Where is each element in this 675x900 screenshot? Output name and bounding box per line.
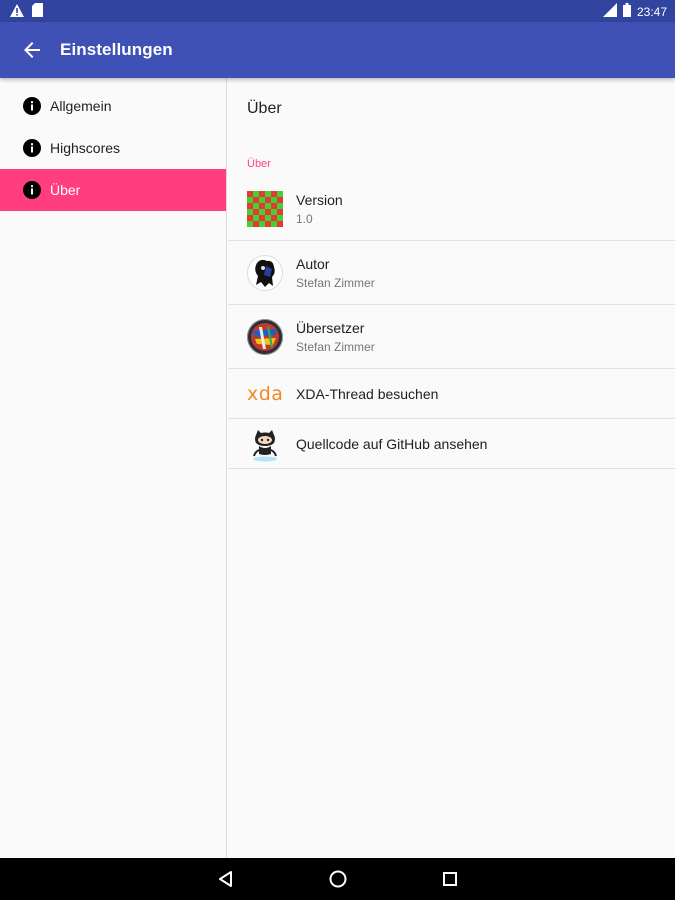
pref-title: Version	[296, 191, 343, 208]
settings-content: Über Über Version 1.0 Autor Stefan Zimme…	[228, 78, 675, 858]
checker-cell	[259, 190, 265, 197]
sidebar-item-label: Allgemein	[50, 98, 112, 114]
checker-cell	[247, 196, 253, 203]
checker-cell	[265, 202, 271, 209]
nav-home-button[interactable]	[328, 869, 348, 889]
checker-cell	[277, 196, 283, 203]
sidebar: Allgemein Highscores Über	[0, 78, 227, 858]
checker-cell	[271, 202, 277, 209]
status-left	[10, 3, 43, 22]
checker-cell	[253, 202, 259, 209]
checker-cell	[259, 208, 265, 215]
section-label: Über	[247, 158, 271, 170]
preference-list: Version 1.0 Autor Stefan Zimmer Übersetz…	[228, 177, 675, 469]
checker-cell	[277, 220, 283, 227]
checker-cell	[271, 220, 277, 227]
nav-recents-button[interactable]	[440, 869, 460, 889]
checker-cell	[253, 208, 259, 215]
pref-title: Autor	[296, 255, 330, 272]
pref-summary: Stefan Zimmer	[296, 339, 375, 354]
author-avatar-icon	[247, 254, 283, 291]
pref-text: Quellcode auf GitHub ansehen	[296, 436, 487, 452]
checker-cell	[265, 208, 271, 215]
system-nav-bar	[0, 858, 675, 900]
status-right: 23:47	[602, 3, 667, 20]
battery-icon	[622, 3, 631, 20]
page-title: Einstellungen	[60, 40, 173, 59]
github-octocat-icon	[247, 426, 283, 462]
arrow-back-icon	[24, 42, 40, 58]
pref-author[interactable]: Autor Stefan Zimmer	[228, 241, 675, 305]
info-icon	[23, 181, 41, 199]
checker-cell	[259, 196, 265, 203]
checker-cell	[247, 190, 253, 197]
sidebar-item-highscores[interactable]: Highscores	[0, 127, 226, 169]
checker-cell	[277, 214, 283, 221]
pref-text: XDA-Thread besuchen	[296, 386, 438, 402]
checker-cell	[247, 214, 253, 221]
back-triangle-icon	[219, 871, 232, 887]
checker-cell	[253, 190, 259, 197]
nav-back-button[interactable]	[216, 869, 236, 889]
checker-cell	[247, 220, 253, 227]
app-bar: Einstellungen	[0, 22, 675, 78]
checker-cell	[277, 202, 283, 209]
home-circle-icon	[329, 870, 347, 888]
pref-github[interactable]: Quellcode auf GitHub ansehen	[228, 419, 675, 469]
checker-cell	[247, 202, 253, 209]
checker-cell	[277, 190, 283, 197]
checker-cell	[277, 208, 283, 215]
checker-cell	[271, 214, 277, 221]
checker-cell	[265, 220, 271, 227]
checker-cell	[253, 196, 259, 203]
checker-cell	[265, 196, 271, 203]
checker-cell	[259, 214, 265, 221]
sidebar-item-label: Über	[50, 182, 81, 198]
checker-cell	[271, 208, 277, 215]
signal-icon	[602, 3, 617, 20]
content-header: Über	[247, 100, 282, 117]
sidebar-item-allgemein[interactable]: Allgemein	[0, 85, 226, 127]
pref-text: Übersetzer Stefan Zimmer	[296, 320, 375, 354]
checker-cell	[265, 214, 271, 221]
pref-text: Autor Stefan Zimmer	[296, 256, 375, 290]
pref-summary: Stefan Zimmer	[296, 275, 375, 290]
pref-text: Version 1.0	[296, 192, 343, 226]
pref-xda-thread[interactable]: xda XDA-Thread besuchen	[228, 369, 675, 419]
status-time: 23:47	[636, 4, 667, 19]
sidebar-item-label: Highscores	[50, 140, 121, 156]
pref-title: XDA-Thread besuchen	[296, 385, 439, 402]
xda-logo-text: xda	[247, 382, 284, 405]
sd-card-icon	[32, 3, 43, 22]
back-button[interactable]	[20, 38, 44, 62]
pref-title: Quellcode auf GitHub ansehen	[296, 435, 488, 452]
pref-version[interactable]: Version 1.0	[228, 177, 675, 241]
checker-cell	[271, 196, 277, 203]
checker-cell	[247, 208, 253, 215]
checker-cell	[253, 220, 259, 227]
translator-avatar-icon	[247, 318, 283, 355]
checker-cell	[265, 190, 271, 197]
sidebar-item-ueber[interactable]: Über	[0, 169, 226, 211]
checker-cell	[253, 214, 259, 221]
warning-icon	[10, 3, 24, 22]
status-bar: 23:47	[0, 0, 675, 22]
xda-logo-icon: xda	[247, 376, 283, 412]
info-icon	[23, 139, 41, 157]
checkerboard-icon	[247, 190, 283, 227]
info-icon	[23, 97, 41, 115]
checker-cell	[271, 190, 277, 197]
checker-cell	[259, 220, 265, 227]
checker-cell	[259, 202, 265, 209]
pref-summary: 1.0	[296, 211, 313, 226]
pref-title: Übersetzer	[296, 319, 365, 336]
pref-translator[interactable]: Übersetzer Stefan Zimmer	[228, 305, 675, 369]
recents-square-icon	[443, 872, 457, 886]
